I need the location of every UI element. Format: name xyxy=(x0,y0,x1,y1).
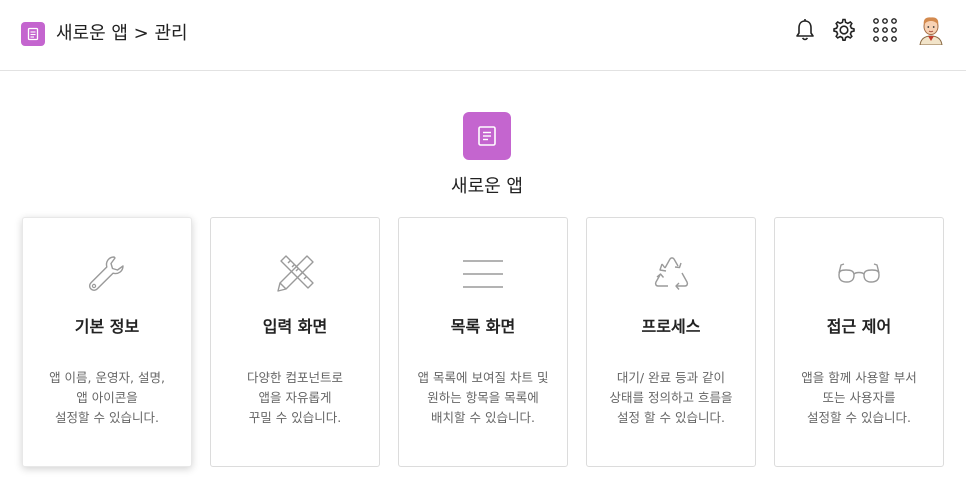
card-list-screen[interactable]: 목록 화면 앱 목록에 보여질 차트 및 원하는 항목을 목록에 배치할 수 있… xyxy=(398,217,568,467)
app-hero-icon xyxy=(463,112,511,160)
list-lines-icon xyxy=(458,250,508,298)
card-description: 앱을 함께 사용할 부서 또는 사용자를 설정할 수 있습니다. xyxy=(801,370,917,425)
card-process[interactable]: 프로세스 대기/ 완료 등과 같이 상태를 정의하고 흐름을 설정 할 수 있습… xyxy=(586,217,756,467)
card-description: 앱 이름, 운영자, 설명, 앱 아이콘을 설정할 수 있습니다. xyxy=(49,370,165,425)
glasses-icon xyxy=(834,250,884,298)
avatar[interactable] xyxy=(917,15,945,46)
gear-icon[interactable] xyxy=(831,17,857,43)
card-basic-info[interactable]: 기본 정보 앱 이름, 운영자, 설명, 앱 아이콘을 설정할 수 있습니다. xyxy=(22,217,192,467)
app-name-title: 새로운 앱 xyxy=(451,176,523,197)
card-input-screen[interactable]: 입력 화면 다양한 컴포넌트로 앱을 자유롭게 꾸밀 수 있습니다. xyxy=(210,217,380,467)
card-title: 목록 화면 xyxy=(450,317,516,336)
card-description: 앱 목록에 보여질 차트 및 원하는 항목을 목록에 배치할 수 있습니다. xyxy=(417,370,549,425)
card-title: 입력 화면 xyxy=(262,317,328,336)
card-description: 다양한 컴포넌트로 앱을 자유롭게 꾸밀 수 있습니다. xyxy=(247,370,343,425)
breadcrumb[interactable]: 새로운 앱 > 관리 xyxy=(56,20,188,48)
card-title: 기본 정보 xyxy=(74,317,140,336)
card-description: 대기/ 완료 등과 같이 상태를 정의하고 흐름을 설정 할 수 있습니다. xyxy=(609,370,733,425)
card-title: 접근 제어 xyxy=(826,317,892,336)
top-header: 새로운 앱 > 관리 xyxy=(0,0,966,71)
wrench-icon xyxy=(82,250,132,298)
recycle-icon xyxy=(646,250,696,298)
card-title: 프로세스 xyxy=(641,317,701,336)
ruler-pencil-icon xyxy=(270,250,320,298)
app-icon xyxy=(21,22,45,46)
bell-icon[interactable] xyxy=(792,17,818,43)
card-access-control[interactable]: 접근 제어 앱을 함께 사용할 부서 또는 사용자를 설정할 수 있습니다. xyxy=(774,217,944,467)
apps-grid-icon[interactable] xyxy=(872,17,898,43)
